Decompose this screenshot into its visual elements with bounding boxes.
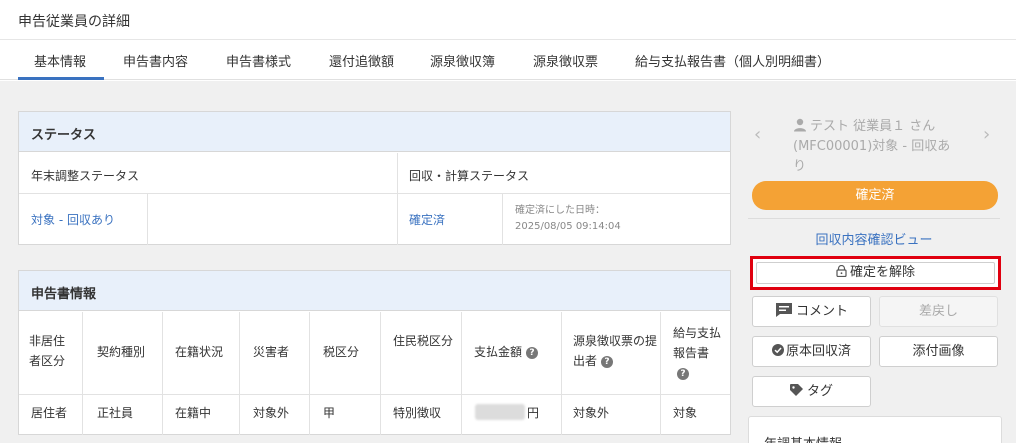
tab-withholding-ledger[interactable]: 源泉徴収簿	[430, 51, 495, 70]
column-divider	[239, 312, 240, 435]
header-disaster: 災害者	[253, 345, 290, 359]
header-nonresident: 非居住者区分	[29, 334, 66, 368]
unlock-button-label: 確定を解除	[849, 265, 915, 280]
header-salary-report-text: 給与支払報告書	[673, 326, 722, 360]
original-collected-label: 原本回収済	[785, 344, 851, 359]
value-resident-tax: 特別徴収	[393, 406, 442, 420]
status-badge: 確定済	[752, 181, 998, 210]
header-resident-tax: 住民税区分	[393, 334, 454, 348]
confirmed-at-value: 2025/08/05 09:14:04	[515, 221, 621, 232]
user-icon	[793, 118, 807, 132]
status-panel-heading: ステータス	[19, 112, 730, 152]
help-icon[interactable]: ?	[677, 367, 689, 380]
nenmatsu-status-link[interactable]: 対象 - 回収あり	[31, 211, 115, 228]
column-divider	[82, 312, 83, 435]
value-enrollment: 在籍中	[175, 406, 212, 420]
declaration-info-panel: 申告書情報 非居住者区分 契約種別 在籍状況 災害者 税区分 住民税区分 支払金…	[18, 270, 731, 435]
lock-icon	[836, 264, 847, 278]
tab-basic-info[interactable]: 基本情報	[34, 51, 86, 70]
value-contract-type: 正社員	[97, 406, 134, 420]
return-button[interactable]: 差戻し	[879, 296, 998, 327]
value-payment-unit: 円	[527, 406, 540, 420]
column-divider	[561, 312, 562, 435]
review-view-link[interactable]: 回収内容確認ビュー	[748, 229, 1000, 248]
comment-button[interactable]: コメント	[752, 296, 871, 327]
header-salary-report: 給与支払報告書?	[673, 323, 723, 383]
header-enrollment: 在籍状況	[175, 345, 224, 359]
active-tab-indicator	[18, 77, 104, 80]
tab-declaration-content[interactable]: 申告書内容	[123, 51, 188, 70]
unlock-highlight: 確定を解除	[750, 256, 1001, 290]
status-panel: ステータス 年末調整ステータス 回収・計算ステータス 対象 - 回収あり 確定済…	[18, 111, 731, 245]
column-divider	[309, 312, 310, 435]
declaration-panel-heading: 申告書情報	[19, 271, 730, 311]
help-icon[interactable]: ?	[601, 355, 614, 368]
value-nonresident: 居住者	[31, 406, 68, 420]
tab-salary-report[interactable]: 給与支払報告書（個人別明細書）	[635, 51, 830, 70]
column-divider	[397, 153, 398, 245]
tab-declaration-form[interactable]: 申告書様式	[226, 51, 291, 70]
check-circle-icon	[771, 338, 784, 356]
column-divider	[147, 194, 148, 245]
column-divider	[660, 312, 661, 435]
employee-detail: (MFC00001)対象 - 回収あり	[793, 139, 951, 174]
kaishu-status-link[interactable]: 確定済	[409, 211, 445, 228]
tag-button[interactable]: タグ	[752, 376, 871, 407]
header-contract-type: 契約種別	[97, 345, 146, 359]
original-collected-button[interactable]: 原本回収済	[752, 336, 871, 367]
divider	[748, 218, 1000, 219]
attachment-button[interactable]: 添付画像	[879, 336, 998, 367]
employee-summary: テスト 従業員１ さん (MFC00001)対象 - 回収あり	[793, 117, 963, 177]
column-divider	[502, 194, 503, 245]
header-withholding-submitter-text: 源泉徴収票の提出者	[573, 334, 658, 368]
column-divider	[162, 312, 163, 435]
chevron-left-icon[interactable]: ‹	[754, 124, 761, 145]
header-payment-amount: 支払金額?	[474, 343, 539, 360]
help-icon[interactable]: ?	[526, 346, 539, 359]
nenmatsu-status-label: 年末調整ステータス	[31, 169, 140, 183]
header-withholding-submitter: 源泉徴収票の提出者?	[573, 331, 657, 371]
tab-withholding-slip[interactable]: 源泉徴収票	[533, 51, 598, 70]
page-title: 申告従業員の詳細	[18, 14, 130, 30]
comment-button-label: コメント	[795, 304, 848, 319]
header-tax-class: 税区分	[323, 345, 360, 359]
comment-icon	[775, 300, 793, 317]
value-withholding-submitter: 対象外	[573, 406, 610, 420]
column-divider	[461, 312, 462, 435]
tab-refund-amount[interactable]: 還付追徴額	[329, 51, 394, 70]
tag-icon	[789, 378, 804, 396]
value-salary-report: 対象	[673, 406, 698, 420]
header-payment-amount-text: 支払金額	[474, 345, 523, 359]
column-divider	[380, 312, 381, 435]
page-header: 申告従業員の詳細	[0, 0, 1016, 40]
kaishu-status-label: 回収・計算ステータス	[409, 169, 530, 183]
chevron-right-icon[interactable]: ›	[983, 124, 990, 145]
tag-button-label: タグ	[806, 384, 833, 399]
redacted-amount	[475, 404, 525, 420]
value-tax-class: 甲	[323, 406, 336, 420]
value-disaster: 対象外	[253, 406, 290, 420]
unlock-button[interactable]: 確定を解除	[756, 262, 995, 284]
confirmed-at-label: 確定済にした日時：	[515, 205, 605, 216]
basic-info-card-title: 年調基本情報	[764, 433, 842, 443]
tab-bar: 基本情報 申告書内容 申告書様式 還付追徴額 源泉徴収簿 源泉徴収票 給与支払報…	[0, 41, 1016, 80]
basic-info-card: 年調基本情報	[748, 416, 1002, 443]
employee-name: テスト 従業員１ さん	[810, 119, 936, 134]
row-divider	[19, 394, 730, 395]
row-divider	[19, 193, 730, 194]
